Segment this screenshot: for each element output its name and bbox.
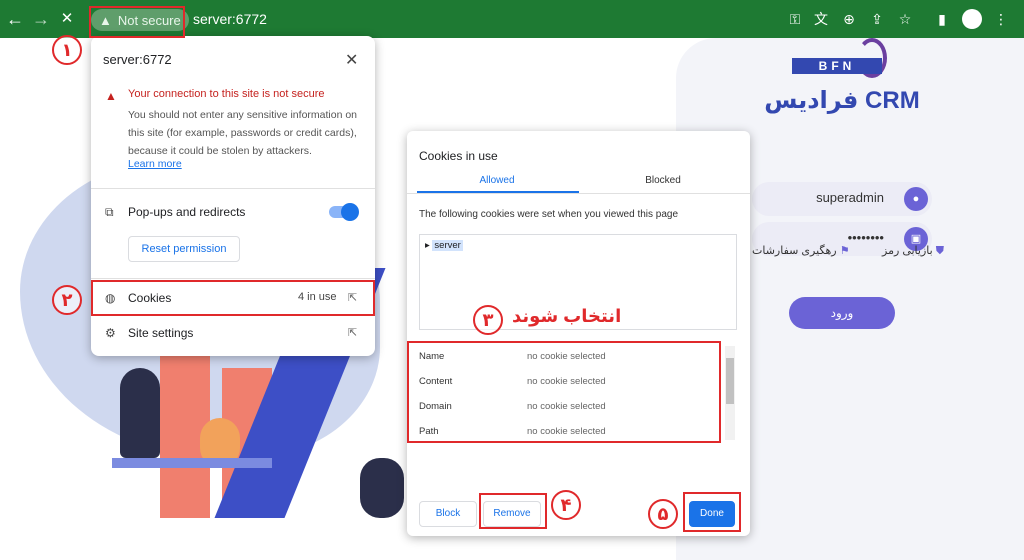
password-value: ••••••••: [847, 230, 884, 245]
menu-icon[interactable]: ⋮: [992, 10, 1010, 28]
details-scrollbar[interactable]: [725, 346, 735, 440]
tab-allowed[interactable]: Allowed: [417, 175, 577, 186]
tab-blocked[interactable]: Blocked: [583, 175, 743, 186]
illustration-person: [360, 458, 404, 518]
highlight-cookie-details: [407, 341, 721, 443]
step-number-1: ۱: [52, 35, 82, 65]
back-icon[interactable]: ←: [4, 8, 26, 30]
site-settings-label[interactable]: Site settings: [128, 326, 193, 340]
warning-body: You should not enter any sensitive infor…: [128, 109, 358, 157]
logo-text: فرادیس CRM: [764, 87, 920, 114]
cookies-description: The following cookies were set when you …: [419, 209, 679, 220]
track-orders-label: رهگیری سفارشات: [752, 245, 837, 257]
step-number-5: ۵: [648, 499, 678, 529]
highlight-security-chip: [89, 6, 185, 38]
illustration-person: [120, 368, 160, 458]
bookmark-star-icon[interactable]: ☆: [896, 10, 914, 28]
gear-icon: ⚙: [105, 326, 116, 340]
learn-more-link[interactable]: Learn more: [128, 158, 182, 170]
step-number-3: ۳: [473, 305, 503, 335]
divider: [91, 278, 375, 279]
tab-divider: [407, 193, 750, 194]
track-orders-link[interactable]: رهگیری سفارشات ⚑: [752, 244, 850, 257]
zoom-icon[interactable]: ⊕: [840, 10, 858, 28]
username-value: superadmin: [816, 190, 884, 205]
shield-icon: ⛊: [935, 245, 945, 257]
stop-loading-icon[interactable]: ✕: [56, 8, 78, 30]
illustration-table: [112, 458, 272, 468]
highlight-cookies-row: [91, 280, 375, 316]
close-icon[interactable]: ✕: [345, 50, 358, 70]
step-number-2: ۲: [52, 285, 82, 315]
popups-label: Pop-ups and redirects: [128, 205, 246, 219]
forgot-password-label: بازیابی رمز: [882, 245, 933, 257]
select-instruction: انتخاب شوند: [512, 306, 622, 326]
key-icon[interactable]: ⚿: [786, 10, 804, 28]
logo-bfn: BFN: [792, 58, 882, 74]
warning-title: Your connection to this site is not secu…: [128, 88, 325, 100]
address-bar[interactable]: server:6772: [193, 11, 267, 27]
warning-icon: ▲: [105, 89, 117, 103]
site-info-title: server:6772: [103, 52, 172, 67]
profile-icon[interactable]: [962, 9, 982, 29]
open-external-icon[interactable]: ⇱: [348, 326, 357, 339]
share-icon[interactable]: ⇪: [868, 10, 886, 28]
forward-icon[interactable]: →: [30, 8, 52, 30]
highlight-done-button: [683, 492, 741, 532]
cookie-tree-item[interactable]: ▸ server: [425, 240, 463, 251]
brand-logo: BFN فرادیس CRM: [762, 38, 922, 118]
popup-redirect-icon: ⧉: [105, 205, 114, 219]
cookies-dialog: Cookies in use Allowed Blocked The follo…: [407, 131, 750, 536]
signpost-icon: ⚑: [839, 245, 850, 257]
forgot-password-link[interactable]: بازیابی رمز ⛊: [882, 244, 944, 258]
block-button[interactable]: Block: [419, 501, 477, 527]
user-icon: ●: [904, 187, 928, 211]
reset-permission-button[interactable]: Reset permission: [128, 236, 240, 262]
cookies-dialog-title: Cookies in use: [419, 149, 498, 163]
login-button[interactable]: ورود: [789, 297, 895, 329]
sidepanel-icon[interactable]: ▮: [933, 10, 951, 28]
username-field[interactable]: superadmin ●: [752, 182, 932, 216]
divider: [91, 188, 375, 189]
highlight-remove-button: [479, 493, 547, 529]
cookie-tree-item-label: server: [432, 240, 463, 251]
popups-toggle[interactable]: [329, 203, 359, 221]
translate-icon[interactable]: 文: [812, 10, 830, 28]
scrollbar-thumb[interactable]: [726, 358, 734, 404]
step-number-4: ۴: [551, 490, 581, 520]
